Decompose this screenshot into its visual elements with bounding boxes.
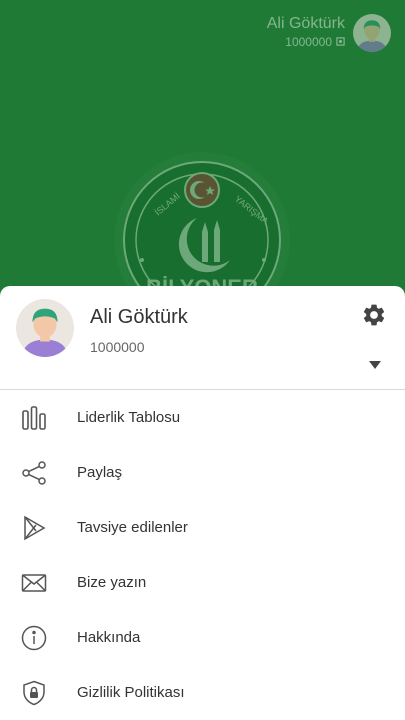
coin-icon	[336, 34, 345, 50]
header-user-name: Ali Göktürk	[266, 15, 345, 32]
navigation-drawer: Ali Göktürk 1000000 Liderlik Tablosu Pay…	[0, 286, 405, 720]
menu-item-about[interactable]: Hakkında	[0, 610, 405, 665]
menu-item-label: Paylaş	[77, 464, 123, 481]
menu-item-label: Liderlik Tablosu	[77, 409, 181, 426]
profile-points: 1000000	[90, 339, 145, 355]
header-user[interactable]: Ali Göktürk 1000000	[267, 14, 391, 52]
profile-header: Ali Göktürk 1000000	[0, 286, 405, 390]
menu-item-privacy[interactable]: Gizlilik Politikası	[0, 665, 405, 720]
drawer-menu: Liderlik Tablosu Paylaş Tavsiye edilenle…	[0, 390, 405, 720]
leaderboard-icon	[20, 404, 48, 432]
header-avatar	[353, 14, 391, 52]
menu-item-label: Tavsiye edilenler	[77, 519, 188, 536]
avatar[interactable]	[16, 299, 74, 357]
profile-name: Ali Göktürk	[90, 306, 188, 328]
mail-icon	[20, 569, 48, 597]
menu-item-label: Bize yazın	[77, 574, 147, 591]
privacy-lock-icon	[20, 679, 48, 707]
menu-item-leaderboard[interactable]: Liderlik Tablosu	[0, 390, 405, 445]
share-icon	[20, 459, 48, 487]
menu-item-recommended[interactable]: Tavsiye edilenler	[0, 500, 405, 555]
menu-item-share[interactable]: Paylaş	[0, 445, 405, 500]
chevron-down-icon[interactable]	[369, 361, 381, 369]
header-points: 1000000	[285, 35, 332, 49]
menu-item-label: Hakkında	[77, 629, 141, 646]
info-icon	[20, 624, 48, 652]
menu-item-contact[interactable]: Bize yazın	[0, 555, 405, 610]
app-logo: İSLAMİ YARIŞMA BİLYONER	[102, 140, 302, 300]
play-store-icon	[20, 514, 48, 542]
menu-item-label: Gizlilik Politikası	[77, 684, 185, 701]
settings-gear-icon[interactable]	[361, 302, 387, 328]
